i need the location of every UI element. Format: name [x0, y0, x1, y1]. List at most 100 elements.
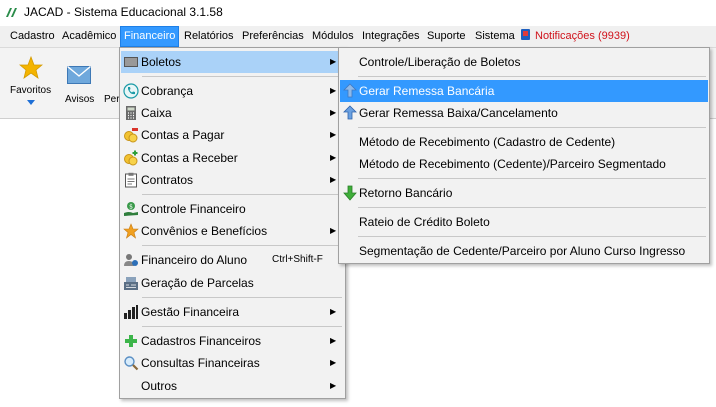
submenu-arrow-icon: ▶	[330, 153, 337, 162]
boleto-icon	[124, 57, 138, 67]
student-money-icon	[124, 254, 138, 266]
toolbar-partial-label: Per	[104, 94, 120, 105]
avisos-label: Avisos	[65, 94, 95, 105]
submenu-item-segmentacao-cedente[interactable]: Segmentação de Cedente/Parceiro por Alun…	[340, 240, 708, 262]
money-hand-icon: $	[124, 202, 138, 216]
menu-item-outros[interactable]: Outros ▶	[121, 375, 344, 397]
submenu-item-retorno-bancario[interactable]: Retorno Bancário	[340, 182, 708, 204]
download-arrow-icon	[343, 185, 357, 201]
separator	[142, 297, 342, 298]
submenu-item-gerar-remessa-baixa[interactable]: Gerar Remessa Baixa/Cancelamento	[340, 102, 708, 124]
separator	[358, 178, 706, 179]
menu-item-label: Consultas Financeiras	[141, 356, 260, 370]
separator	[358, 127, 706, 128]
menu-item-convenios-e-beneficios[interactable]: Convênios e Benefícios ▶	[121, 220, 344, 242]
separator	[142, 245, 342, 246]
financeiro-dropdown: Boletos ▶ Cobrança ▶ Caixa ▶ Contas a Pa…	[119, 47, 346, 399]
submenu-item-label: Método de Recebimento (Cadastro de Ceden…	[359, 135, 616, 149]
menu-item-label: Caixa	[141, 106, 172, 120]
menu-item-cobranca[interactable]: Cobrança ▶	[121, 80, 344, 102]
menu-item-label: Cadastros Financeiros	[141, 334, 262, 348]
menu-item-cadastros-financeiros[interactable]: Cadastros Financeiros ▶	[121, 330, 344, 352]
menu-sistema[interactable]: Sistema	[472, 26, 518, 47]
menu-relatorios[interactable]: Relatórios	[181, 26, 237, 47]
envelope-icon	[67, 66, 91, 84]
menu-item-label: Boletos	[141, 55, 182, 69]
coins-minus-icon	[124, 128, 138, 143]
submenu-arrow-icon: ▶	[330, 86, 337, 95]
menu-item-label: Cobrança	[141, 84, 194, 98]
menu-item-controle-financeiro[interactable]: $ Controle Financeiro	[121, 198, 344, 220]
phone-icon	[123, 83, 139, 99]
submenu-item-label: Gerar Remessa Baixa/Cancelamento	[359, 106, 558, 120]
menu-item-label: Financeiro do Aluno	[141, 253, 248, 267]
menu-item-label: Contas a Pagar	[141, 128, 225, 142]
submenu-item-label: Retorno Bancário	[359, 186, 453, 200]
menu-item-gestao-financeira[interactable]: Gestão Financeira ▶	[121, 301, 344, 323]
separator	[142, 194, 342, 195]
boletos-submenu: Controle/Liberação de Boletos Gerar Reme…	[338, 47, 710, 264]
calculator-icon	[126, 106, 136, 120]
svg-text:$: $	[129, 204, 133, 211]
separator	[142, 76, 342, 77]
notifications-label: Notificações (9939)	[535, 30, 630, 42]
shortcut-label: Ctrl+Shift-F	[272, 254, 323, 265]
menu-notificacoes[interactable]: Notificações (9939)	[518, 26, 633, 47]
menu-integracoes[interactable]: Integrações	[359, 26, 422, 47]
submenu-item-label: Gerar Remessa Bancária	[359, 84, 495, 98]
menu-item-label: Outros	[141, 379, 178, 393]
submenu-arrow-icon: ▶	[330, 381, 337, 390]
separator	[358, 76, 706, 77]
submenu-arrow-icon: ▶	[330, 108, 337, 117]
menu-item-contas-a-receber[interactable]: Contas a Receber ▶	[121, 147, 344, 169]
menu-financeiro[interactable]: Financeiro	[120, 26, 180, 47]
menu-item-boletos[interactable]: Boletos ▶	[121, 51, 344, 73]
menu-item-label: Contratos	[141, 173, 194, 187]
bell-notification-icon	[521, 29, 530, 40]
submenu-arrow-icon: ▶	[330, 130, 337, 139]
submenu-arrow-icon: ▶	[330, 307, 337, 316]
menu-suporte[interactable]: Suporte	[424, 26, 469, 47]
menu-item-geracao-de-parcelas[interactable]: Geração de Parcelas	[121, 272, 344, 294]
menu-item-financeiro-do-aluno[interactable]: Financeiro do Aluno Ctrl+Shift-F	[121, 249, 344, 271]
submenu-arrow-icon: ▶	[330, 336, 337, 345]
submenu-item-rateio-credito-boleto[interactable]: Rateio de Crédito Boleto	[340, 211, 708, 233]
separator	[358, 207, 706, 208]
menu-item-consultas-financeiras[interactable]: Consultas Financeiras ▶	[121, 352, 344, 374]
coins-plus-icon	[124, 150, 138, 166]
menu-item-label: Convênios e Benefícios	[141, 224, 268, 238]
submenu-item-label: Rateio de Crédito Boleto	[359, 215, 490, 229]
cash-register-icon	[124, 277, 138, 290]
submenu-item-label: Método de Recebimento (Cedente)/Parceiro…	[359, 157, 666, 171]
menu-modulos[interactable]: Módulos	[309, 26, 357, 47]
submenu-item-metodo-recebimento-cadastro[interactable]: Método de Recebimento (Cadastro de Ceden…	[340, 131, 708, 153]
upload-arrow-icon	[343, 105, 357, 120]
menu-item-caixa[interactable]: Caixa ▶	[121, 102, 344, 124]
bar-chart-icon	[124, 305, 138, 319]
separator	[358, 236, 706, 237]
menu-item-contas-a-pagar[interactable]: Contas a Pagar ▶	[121, 124, 344, 146]
submenu-arrow-icon: ▶	[330, 175, 337, 184]
chevron-down-icon	[27, 100, 35, 105]
magnifier-icon	[124, 356, 139, 371]
menu-bar: Cadastro Acadêmico Financeiro Relatórios…	[0, 26, 716, 48]
menu-item-label: Geração de Parcelas	[141, 276, 254, 290]
green-plus-icon	[125, 335, 137, 347]
star-icon	[19, 56, 43, 79]
separator	[142, 326, 342, 327]
menu-cadastro[interactable]: Cadastro	[7, 26, 58, 47]
submenu-arrow-icon: ▶	[330, 57, 337, 66]
clipboard-icon	[125, 172, 137, 188]
submenu-item-label: Controle/Liberação de Boletos	[359, 55, 521, 69]
menu-preferencias[interactable]: Preferências	[239, 26, 307, 47]
submenu-item-controle-liberacao-boletos[interactable]: Controle/Liberação de Boletos	[340, 51, 708, 73]
upload-arrow-icon	[343, 83, 357, 98]
menu-academico[interactable]: Acadêmico	[59, 26, 119, 47]
star-icon	[123, 223, 139, 239]
submenu-item-gerar-remessa-bancaria[interactable]: Gerar Remessa Bancária	[340, 80, 708, 102]
submenu-item-metodo-recebimento-parceiro[interactable]: Método de Recebimento (Cedente)/Parceiro…	[340, 153, 708, 175]
menu-item-contratos[interactable]: Contratos ▶	[121, 169, 344, 191]
menu-item-label: Contas a Receber	[141, 151, 238, 165]
submenu-arrow-icon: ▶	[330, 358, 337, 367]
favoritos-label: Favoritos	[10, 85, 52, 96]
